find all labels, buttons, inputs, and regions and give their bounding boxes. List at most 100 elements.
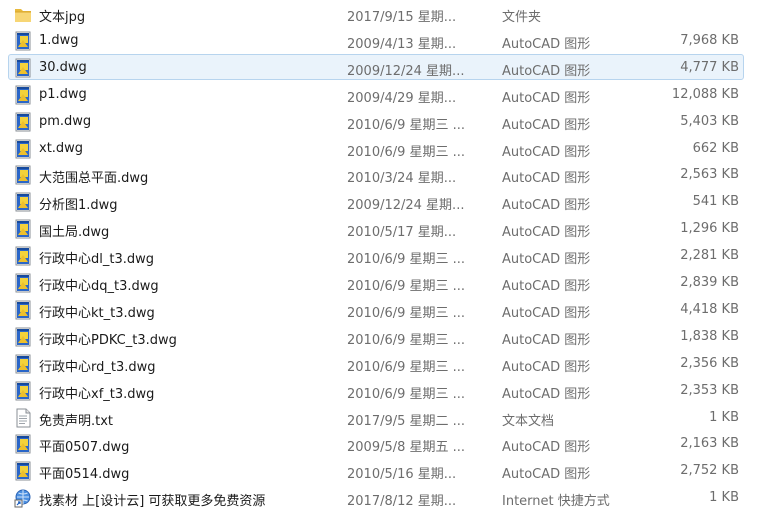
text-file-icon xyxy=(14,408,32,428)
file-row[interactable]: 行政中心PDKC_t3.dwg 2010/6/9 星期三 ... AutoCAD 图… xyxy=(8,323,744,349)
folder-icon xyxy=(14,4,32,24)
file-size: 5,403 KB xyxy=(680,113,739,129)
file-row[interactable]: p1.dwg 2009/4/29 星期... AutoCAD 图形 12,088 KB xyxy=(8,81,744,107)
file-row[interactable]: 文本jpg 2017/9/15 星期... 文件夹 xyxy=(8,0,744,26)
file-date-modified: 2009/5/8 星期五 ... xyxy=(347,440,466,456)
file-row[interactable]: 平面0507.dwg 2009/5/8 星期五 ... AutoCAD 图形 2,16… xyxy=(8,430,744,456)
file-name: 免责声明.txt xyxy=(39,413,114,429)
file-type: AutoCAD 图形 xyxy=(502,36,591,52)
file-date-modified: 2010/6/9 星期三 ... xyxy=(347,144,466,160)
dwg-file-icon xyxy=(14,31,32,51)
file-name: 行政中心kt_t3.dwg xyxy=(39,305,155,321)
dwg-file-icon xyxy=(14,139,32,159)
file-name: 30.dwg xyxy=(39,59,87,75)
file-name: 1.dwg xyxy=(39,32,79,48)
file-name: 平面0514.dwg xyxy=(39,467,130,483)
file-row[interactable]: 大范围总平面.dwg 2010/3/24 星期... AutoCAD 图形 2,563… xyxy=(8,161,744,187)
file-date-modified: 2017/8/12 星期... xyxy=(347,494,457,510)
file-row[interactable]: 1.dwg 2009/4/13 星期... AutoCAD 图形 7,968 KB xyxy=(8,27,744,53)
file-name: 行政中心PDKC_t3.dwg xyxy=(39,332,177,348)
file-type: AutoCAD 图形 xyxy=(502,171,591,187)
file-size: 1 KB xyxy=(709,409,739,425)
file-date-modified: 2010/6/9 星期三 ... xyxy=(347,305,466,321)
file-type: AutoCAD 图形 xyxy=(502,63,591,79)
file-name: 找素材 上[设计云] 可获取更多免费资源 xyxy=(39,494,266,510)
file-date-modified: 2017/9/5 星期二 ... xyxy=(347,413,466,429)
file-row[interactable]: 行政中心xf_t3.dwg 2010/6/9 星期三 ... AutoCAD 图形 2… xyxy=(8,377,744,403)
file-name: pm.dwg xyxy=(39,113,92,129)
file-date-modified: 2010/5/16 星期... xyxy=(347,467,457,483)
file-type: 文件夹 xyxy=(502,10,542,25)
dwg-file-icon xyxy=(14,165,32,185)
file-size: 541 KB xyxy=(692,194,739,210)
file-size: 2,839 KB xyxy=(680,275,739,290)
file-row[interactable]: pm.dwg 2010/6/9 星期三 ... AutoCAD 图形 5,403 KB xyxy=(8,108,744,134)
dwg-file-icon xyxy=(14,354,32,374)
file-name: 行政中心xf_t3.dwg xyxy=(39,386,155,402)
file-type: AutoCAD 图形 xyxy=(502,279,591,294)
file-size: 2,353 KB xyxy=(680,382,739,398)
file-size: 1,296 KB xyxy=(680,221,739,237)
dwg-file-icon xyxy=(14,273,32,293)
dwg-file-icon xyxy=(14,327,32,347)
file-row[interactable]: 行政中心dq_t3.dwg 2010/6/9 星期三 ... AutoCAD 图形 2… xyxy=(8,269,744,295)
file-name: 文本jpg xyxy=(39,10,86,25)
file-name: 行政中心rd_t3.dwg xyxy=(39,359,156,375)
dwg-file-icon xyxy=(14,192,32,212)
file-row[interactable]: 分析图1.dwg 2009/12/24 星期... AutoCAD 图形 541 KB xyxy=(8,188,744,214)
file-type: AutoCAD 图形 xyxy=(502,117,591,133)
dwg-file-icon xyxy=(14,58,32,78)
dwg-file-icon xyxy=(14,112,32,132)
file-list: 文本jpg 2017/9/15 星期... 文件夹 1.dwg 2009/4/13 星期… xyxy=(0,0,760,522)
file-size: 7,968 KB xyxy=(680,32,739,48)
file-date-modified: 2010/5/17 星期... xyxy=(347,225,457,241)
file-date-modified: 2010/6/9 星期三 ... xyxy=(347,279,466,294)
file-type: AutoCAD 图形 xyxy=(502,440,591,456)
file-size: 2,163 KB xyxy=(680,436,739,452)
file-type: AutoCAD 图形 xyxy=(502,252,591,268)
file-row[interactable]: 行政中心kt_t3.dwg 2010/6/9 星期三 ... AutoCAD 图形 4… xyxy=(8,296,744,322)
file-name: p1.dwg xyxy=(39,86,87,102)
file-type: AutoCAD 图形 xyxy=(502,467,591,483)
file-date-modified: 2010/6/9 星期三 ... xyxy=(347,117,466,133)
file-row[interactable]: 30.dwg 2009/12/24 星期... AutoCAD 图形 4,777 KB xyxy=(8,53,744,80)
dwg-file-icon xyxy=(14,434,32,454)
file-size: 2,281 KB xyxy=(680,248,739,264)
file-size: 2,563 KB xyxy=(680,167,739,183)
file-row[interactable]: 行政中心rd_t3.dwg 2010/6/9 星期三 ... AutoCAD 图形 2… xyxy=(8,350,744,376)
file-date-modified: 2017/9/15 星期... xyxy=(347,10,457,25)
file-date-modified: 2010/6/9 星期三 ... xyxy=(347,386,466,402)
file-type: AutoCAD 图形 xyxy=(502,90,591,106)
file-row[interactable]: 国土局.dwg 2010/5/17 星期... AutoCAD 图形 1,296 KB xyxy=(8,215,744,241)
file-size: 12,088 KB xyxy=(671,86,739,102)
file-name: 行政中心dl_t3.dwg xyxy=(39,252,155,268)
file-type: AutoCAD 图形 xyxy=(502,198,591,214)
dwg-file-icon xyxy=(14,300,32,320)
file-size: 662 KB xyxy=(692,140,739,156)
file-row[interactable]: 行政中心dl_t3.dwg 2010/6/9 星期三 ... AutoCAD 图形 2… xyxy=(8,242,744,268)
file-date-modified: 2009/4/13 星期... xyxy=(347,36,457,52)
file-size: 4,418 KB xyxy=(680,301,739,317)
file-name: 平面0507.dwg xyxy=(39,440,130,456)
file-row[interactable]: 平面0514.dwg 2010/5/16 星期... AutoCAD 图形 2,752… xyxy=(8,457,744,483)
file-name: 行政中心dq_t3.dwg xyxy=(39,279,159,294)
dwg-file-icon xyxy=(14,461,32,481)
file-date-modified: 2010/6/9 星期三 ... xyxy=(347,332,466,348)
file-type: AutoCAD 图形 xyxy=(502,386,591,402)
file-name: xt.dwg xyxy=(39,140,84,156)
file-type: AutoCAD 图形 xyxy=(502,332,591,348)
dwg-file-icon xyxy=(14,246,32,266)
file-row[interactable]: 找素材 上[设计云] 可获取更多免费资源 2017/8/12 星期... Inter… xyxy=(8,484,744,510)
internet-shortcut-icon xyxy=(14,488,32,508)
file-row[interactable]: xt.dwg 2010/6/9 星期三 ... AutoCAD 图形 662 KB xyxy=(8,135,744,161)
file-type: 文本文档 xyxy=(502,413,555,429)
dwg-file-icon xyxy=(14,381,32,401)
dwg-file-icon xyxy=(14,219,32,239)
file-name: 大范围总平面.dwg xyxy=(39,171,149,187)
file-row[interactable]: 免责声明.txt 2017/9/5 星期二 ... 文本文档 1 KB xyxy=(8,404,744,430)
file-size: 1,838 KB xyxy=(680,328,739,344)
file-type: AutoCAD 图形 xyxy=(502,305,591,321)
file-type: Internet 快捷方式 xyxy=(502,494,610,510)
file-date-modified: 2010/6/9 星期三 ... xyxy=(347,359,466,375)
file-date-modified: 2010/3/24 星期... xyxy=(347,171,457,187)
